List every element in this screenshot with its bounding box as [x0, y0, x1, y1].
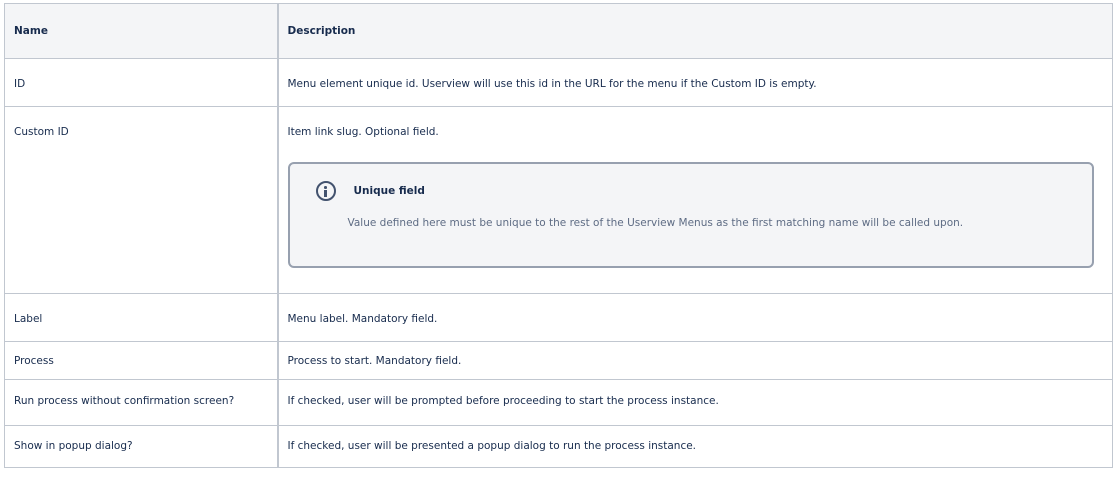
cell-name: Process	[4, 341, 279, 380]
properties-table: Name Description ID Menu element unique …	[4, 3, 1113, 468]
cell-name: Label	[4, 293, 279, 342]
cell-description: Process to start. Mandatory field.	[277, 341, 1113, 380]
column-header-name: Name	[4, 3, 279, 59]
cell-description: If checked, user will be presented a pop…	[277, 425, 1113, 468]
cell-name: ID	[4, 58, 279, 107]
cell-name: Run process without confirmation screen?	[4, 379, 279, 426]
table-header-row: Name Description	[4, 3, 1113, 59]
info-panel-title: Unique field	[353, 184, 425, 197]
cell-description-text: Item link slug. Optional field.	[287, 126, 439, 138]
info-panel-header: Unique field	[310, 178, 1079, 204]
column-header-description: Description	[277, 3, 1113, 59]
cell-description: Menu label. Mandatory field.	[277, 293, 1113, 342]
table-row: Process Process to start. Mandatory fiel…	[4, 341, 1113, 380]
table-row: ID Menu element unique id. Userview will…	[4, 58, 1113, 107]
cell-name: Custom ID	[4, 106, 279, 294]
info-panel: Unique field Value defined here must be …	[287, 162, 1094, 268]
cell-description: If checked, user will be prompted before…	[277, 379, 1113, 426]
table-row: Label Menu label. Mandatory field.	[4, 293, 1113, 342]
cell-description: Item link slug. Optional field. Unique f…	[277, 106, 1113, 294]
table-row: Run process without confirmation screen?…	[4, 379, 1113, 426]
page: Name Description ID Menu element unique …	[0, 0, 1115, 496]
info-panel-body: Value defined here must be unique to the…	[347, 217, 964, 229]
cell-description: Menu element unique id. Userview will us…	[277, 58, 1113, 107]
cell-name: Show in popup dialog?	[4, 425, 279, 468]
info-icon	[315, 181, 336, 201]
table-row: Custom ID Item link slug. Optional field…	[4, 106, 1113, 294]
table-row: Show in popup dialog? If checked, user w…	[4, 425, 1113, 468]
